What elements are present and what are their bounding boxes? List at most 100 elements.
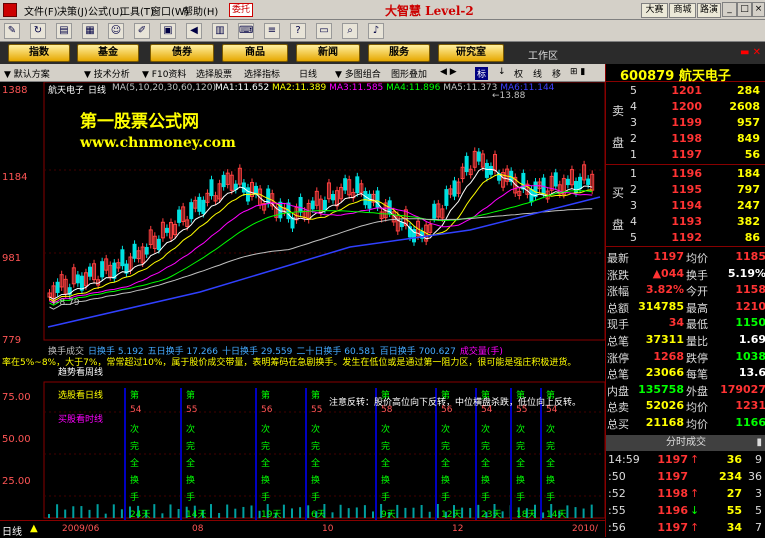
signal-char: 完 — [186, 442, 196, 452]
calendar-icon[interactable]: ▥ — [212, 23, 228, 39]
tab-extra[interactable]: ⊞ ▮ — [570, 67, 585, 77]
tab-select-stock[interactable]: 选择股票 — [196, 67, 232, 80]
signal-char: 全 — [186, 459, 196, 469]
list-icon[interactable]: ≡ — [264, 23, 280, 39]
tick-time: :55 — [608, 504, 626, 517]
quote-row-6: 总笔 37311 量比 1.69 — [606, 333, 765, 349]
nav-bond[interactable]: 债券 — [150, 44, 214, 62]
sell-qty: 284 — [737, 84, 760, 97]
sell-qty: 2608 — [729, 100, 760, 113]
tab-daily[interactable]: 日线 — [299, 67, 317, 80]
bottom-period[interactable]: 日线 — [2, 523, 22, 538]
nav-service[interactable]: 服务 — [368, 44, 430, 62]
buy-row-3: 3 1194 247 — [606, 199, 765, 214]
keyboard-icon[interactable]: ⌨ — [238, 23, 254, 39]
quote-value-2: 1038 — [735, 349, 765, 363]
signal-days: 14天 — [186, 510, 207, 520]
quote-label-2: 每笔 — [686, 368, 708, 382]
tab-mark[interactable]: 标 — [475, 67, 489, 80]
contest-button[interactable]: 大赛 — [641, 3, 668, 18]
tab-tech[interactable]: ▼ 技术分析 — [84, 67, 130, 80]
quote-label-2: 跌停 — [686, 351, 708, 365]
signal-char: 换 — [311, 476, 321, 486]
quote-row-2: 涨跌 ▲044 换手 5.19% — [606, 267, 765, 283]
edit-icon[interactable]: ✐ — [134, 23, 150, 39]
signal-char: 手 — [441, 493, 451, 503]
signal-char: 完 — [481, 442, 491, 452]
tab-f10[interactable]: ▼ F10资料 — [142, 67, 186, 80]
lock-icon[interactable]: ▣ — [160, 23, 176, 39]
tab-right[interactable]: 权 — [514, 67, 523, 80]
user-icon[interactable]: ☺ — [108, 23, 124, 39]
signal-char: 次 — [130, 425, 140, 435]
menu-help[interactable]: 帮助(H) — [183, 3, 218, 18]
sub-y-2: 50.00 — [2, 434, 31, 445]
nav-commodity[interactable]: 商品 — [222, 44, 288, 62]
tick-time: :50 — [608, 470, 626, 483]
nav-news[interactable]: 新闻 — [296, 44, 360, 62]
minimize-icon[interactable]: _ — [722, 2, 737, 17]
buy-row-1: 1 1196 184 — [606, 167, 765, 182]
close-icon[interactable]: × — [752, 2, 765, 17]
refresh-icon[interactable]: ↻ — [30, 23, 46, 39]
tick-arrow-icon: ↑ — [690, 487, 700, 500]
stock-header: 600879 航天电子 — [606, 64, 765, 84]
tab-overlay[interactable]: 图形叠加 — [391, 67, 427, 80]
tick-count: 7 — [755, 521, 762, 534]
tab-down[interactable]: ↓ — [498, 67, 506, 77]
chart-icon[interactable]: ▤ — [56, 23, 72, 39]
signal-char: 完 — [130, 442, 140, 452]
help-icon[interactable]: ? — [290, 23, 306, 39]
tick-expand-icon[interactable]: ▮ — [756, 435, 762, 451]
pen-icon[interactable]: ✎ — [4, 23, 20, 39]
nav-index[interactable]: 指数 — [8, 44, 70, 62]
mall-button[interactable]: 商城 — [669, 3, 696, 18]
quote-row-8: 总笔 23066 每笔 13.6 — [606, 366, 765, 382]
date-1: 2009/06 — [62, 524, 100, 534]
signal-char: 全 — [311, 459, 321, 469]
quote-label: 涨跌 — [607, 268, 629, 282]
bell-icon[interactable]: ♪ — [368, 23, 384, 39]
roadshow-button[interactable]: 路演 — [697, 3, 721, 18]
print-icon[interactable]: ▭ — [316, 23, 332, 39]
buy-price: 1192 — [671, 231, 702, 244]
workspace-close-icon[interactable]: ▬ ✕ — [740, 47, 761, 58]
chart-tab-bar: ▼ 默认方案 ▼ 技术分析 ▼ F10资料 选择股票 选择指标 日线 ▼ 多图组… — [0, 64, 605, 82]
back-icon[interactable]: ◀ — [186, 23, 202, 39]
ma-label-2: MA2:11.389 — [272, 83, 330, 93]
tab-move[interactable]: 移 — [552, 67, 561, 80]
app-icon — [3, 3, 17, 17]
quote-label: 内盘 — [607, 384, 629, 398]
low-label: ←8.79 — [52, 298, 80, 308]
tick-row-2: :50 1197 234 36 — [606, 470, 765, 487]
tab-select-ind[interactable]: 选择指标 — [244, 67, 280, 80]
kline-chart[interactable]: 航天电子 日线 MA(5,10,20,30,60,120) MA1:11.652… — [0, 82, 605, 537]
grid-icon[interactable]: ▦ — [82, 23, 98, 39]
tab-scheme[interactable]: ▼ 默认方案 — [4, 67, 50, 80]
menu-file[interactable]: 文件(F) — [24, 3, 58, 18]
sell-price: 1201 — [671, 84, 702, 97]
menu-formula[interactable]: 公式(U) — [88, 3, 123, 18]
trade-button[interactable]: 委托 — [229, 3, 253, 17]
menu-decision[interactable]: 决策(J) — [57, 3, 88, 18]
tick-time: 14:59 — [608, 453, 640, 466]
tick-header[interactable]: 分时成交 ▮ — [606, 435, 765, 451]
tab-arrow[interactable]: ◀ ▶ — [440, 67, 457, 77]
signal-char: 换 — [261, 476, 271, 486]
y-label-1: 1388 — [2, 85, 28, 96]
tab-line[interactable]: 线 — [533, 67, 542, 80]
nav-research[interactable]: 研究室 — [438, 44, 504, 62]
maximize-icon[interactable]: □ — [737, 2, 752, 17]
signal-char: 次 — [261, 425, 271, 435]
signal-char: 换 — [441, 476, 451, 486]
quote-label-2: 最低 — [686, 318, 708, 332]
signal-char: 次 — [311, 425, 321, 435]
menu-tools[interactable]: 工具(T) — [120, 3, 154, 18]
nav-fund[interactable]: 基金 — [77, 44, 139, 62]
quote-label-2: 均价 — [686, 418, 708, 431]
bottom-arrow-icon[interactable]: ▲ — [30, 523, 38, 534]
search-icon[interactable]: ⌕ — [342, 23, 358, 39]
tab-multi[interactable]: ▼ 多图组合 — [335, 67, 381, 80]
signal-char: 全 — [381, 459, 391, 469]
quote-value: 23066 — [645, 366, 684, 380]
